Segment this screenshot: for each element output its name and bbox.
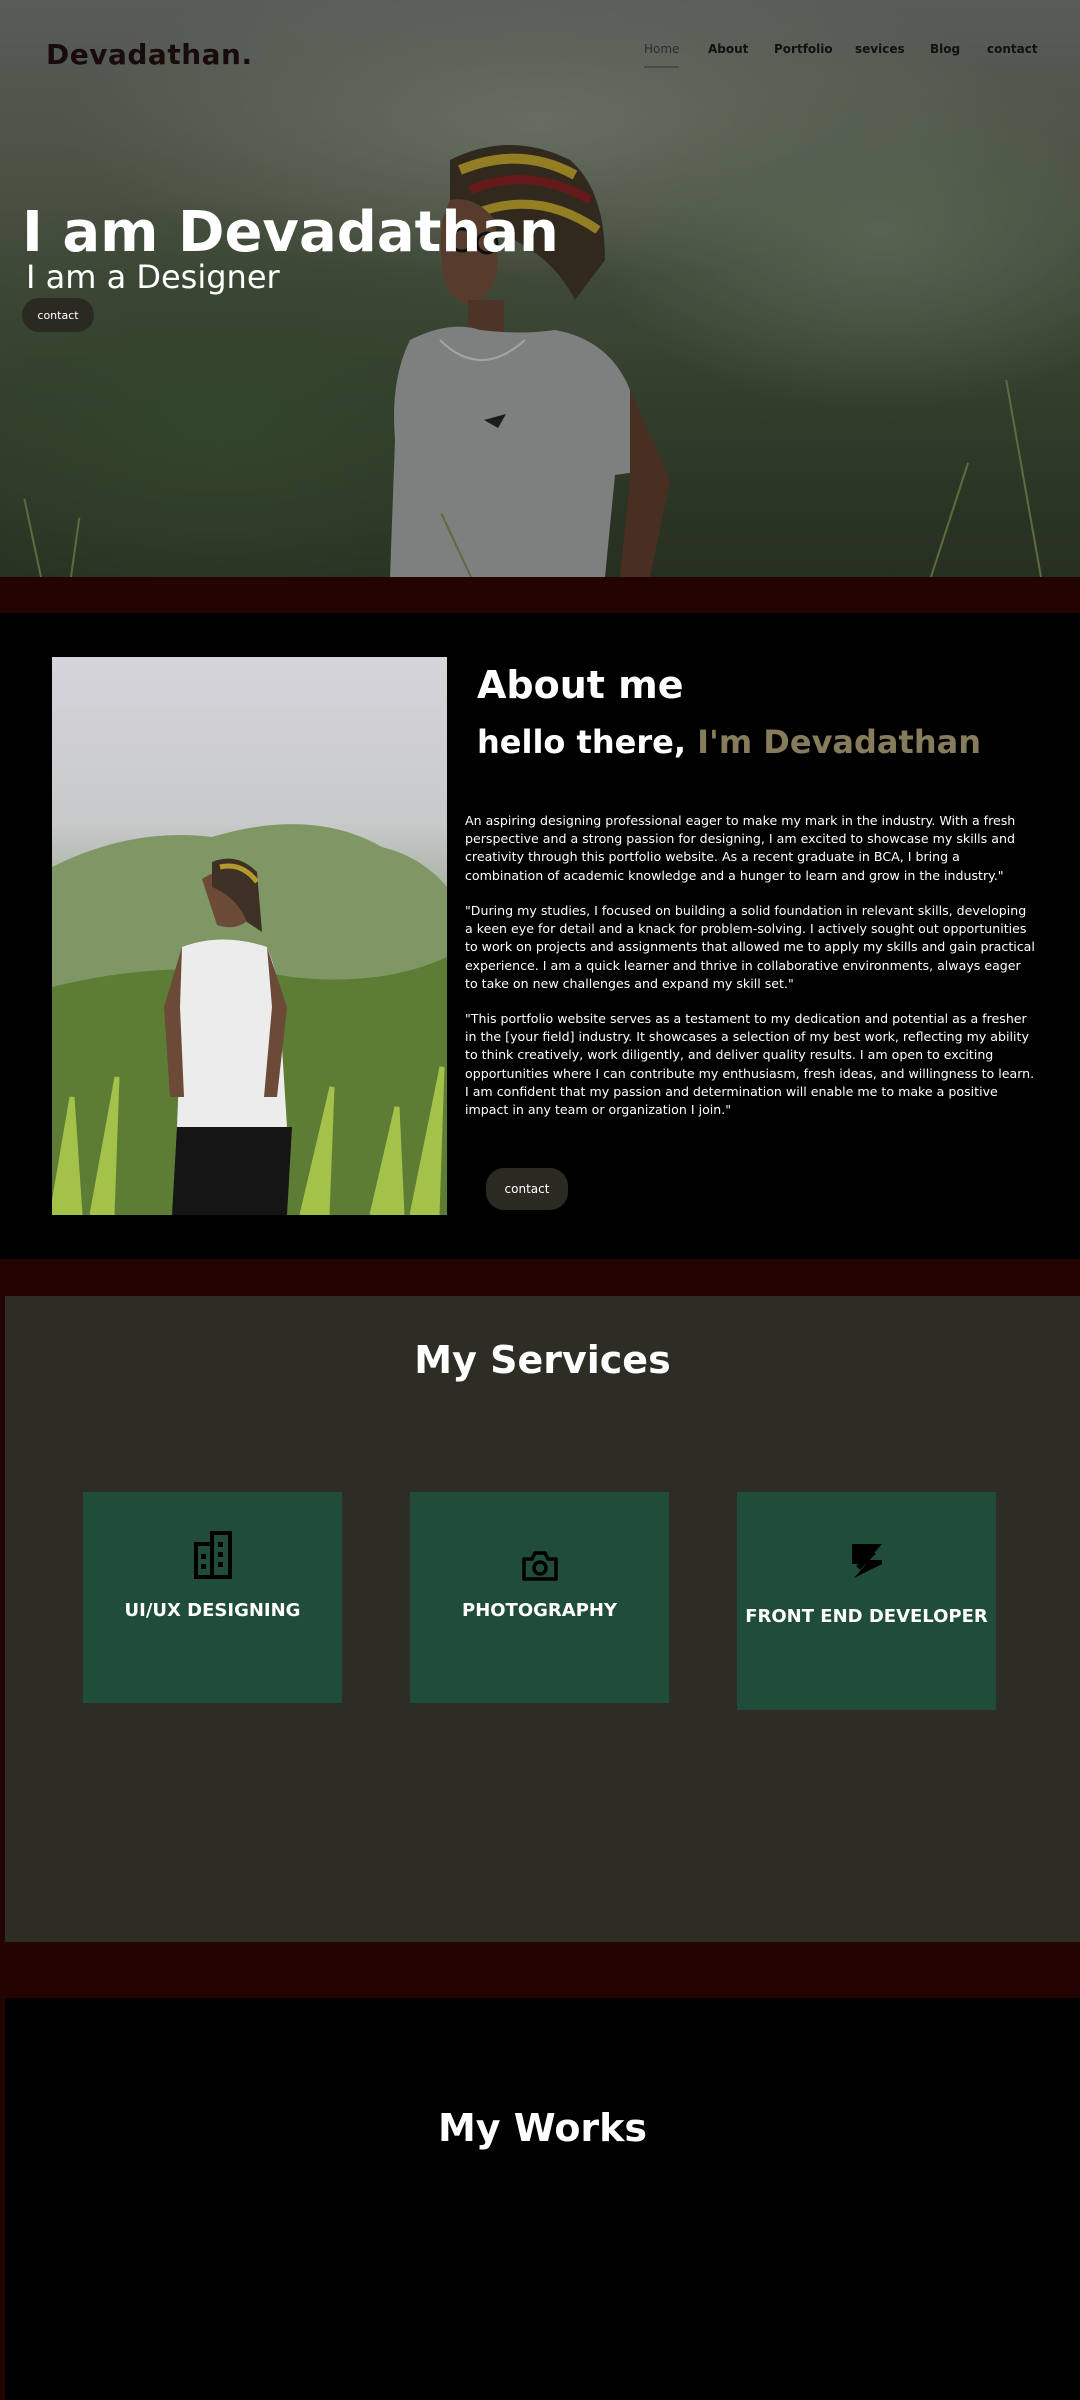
about-section: About me hello there, I'm Devadathan An … (0, 613, 1080, 1259)
about-title: About me (477, 663, 684, 707)
about-portrait-image (52, 657, 447, 1215)
building-icon (193, 1531, 232, 1579)
services-section: My Services UI/UX DESIGNING PHOTOGRAPHY … (5, 1296, 1080, 1942)
hero-title: I am Devadathan (22, 200, 559, 265)
service-label: FRONT END DEVELOPER (745, 1606, 988, 1627)
works-title: My Works (437, 2106, 648, 2150)
divider-strip (0, 1942, 1080, 1998)
about-paragraph: An aspiring designing professional eager… (465, 813, 1016, 883)
zend-logo-icon (851, 1544, 882, 1578)
service-card-frontend[interactable]: FRONT END DEVELOPER (737, 1492, 996, 1710)
greeting-text: hello there, (477, 723, 698, 761)
camera-icon (521, 1551, 558, 1581)
service-card-photography[interactable]: PHOTOGRAPHY (410, 1492, 669, 1703)
nav-services[interactable]: sevices (855, 42, 905, 56)
nav-about[interactable]: About (708, 42, 748, 56)
about-paragraph: "This portfolio website serves as a test… (465, 1011, 1035, 1118)
about-contact-button[interactable]: contact (486, 1168, 568, 1210)
main-nav: Home About Portfolio sevices Blog contac… (0, 42, 1080, 72)
service-label: PHOTOGRAPHY (462, 1600, 617, 1621)
hero-contact-button[interactable]: contact (22, 298, 94, 332)
nav-portfolio[interactable]: Portfolio (774, 42, 833, 56)
service-label: UI/UX DESIGNING (124, 1600, 301, 1621)
service-card-uiux[interactable]: UI/UX DESIGNING (83, 1492, 342, 1703)
hero-subtitle: I am a Designer (26, 258, 280, 296)
greeting-name: I'm Devadathan (697, 723, 981, 761)
nav-contact[interactable]: contact (987, 42, 1038, 56)
about-paragraph: "During my studies, I focused on buildin… (465, 903, 1035, 991)
nav-blog[interactable]: Blog (930, 42, 960, 56)
works-section: My Works (5, 1998, 1080, 2400)
divider-strip (0, 577, 1080, 613)
services-title: My Services (414, 1338, 671, 1382)
about-greeting: hello there, I'm Devadathan (477, 723, 981, 761)
hero-section: Devadathan. Home About Portfolio sevices… (0, 0, 1080, 577)
divider-strip (0, 1259, 1080, 1296)
nav-home[interactable]: Home (644, 42, 680, 68)
